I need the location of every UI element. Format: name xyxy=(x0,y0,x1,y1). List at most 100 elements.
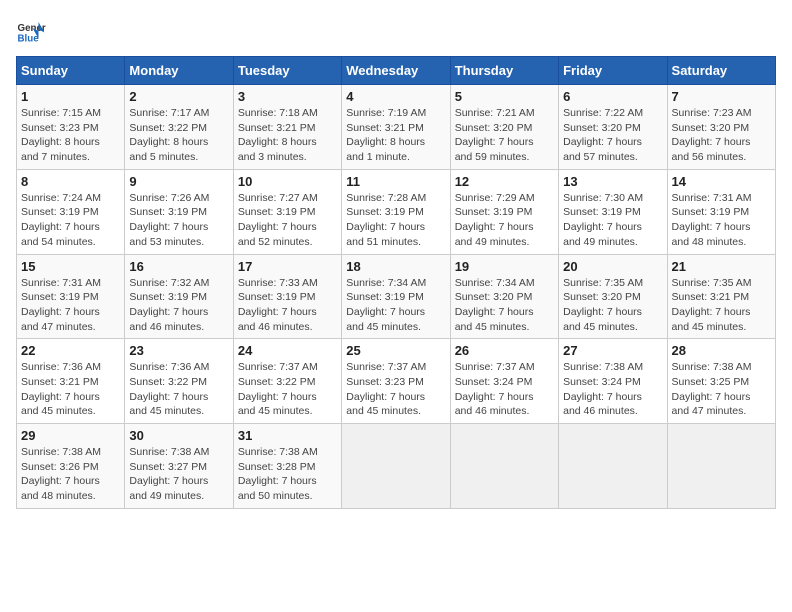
day-cell: 26 Sunrise: 7:37 AM Sunset: 3:24 PM Dayli… xyxy=(450,339,558,424)
day-cell: 2 Sunrise: 7:17 AM Sunset: 3:22 PM Daylig… xyxy=(125,85,233,170)
week-row-4: 22Sunrise: 7:36 AM Sunset: 3:21 PM Dayli… xyxy=(17,339,776,424)
svg-text:Blue: Blue xyxy=(18,34,40,45)
day-number: 30 xyxy=(129,428,228,443)
day-number: 14 xyxy=(672,174,771,189)
day-cell xyxy=(667,424,775,509)
day-number: 10 xyxy=(238,174,337,189)
day-detail: Sunrise: 7:29 AM Sunset: 3:19 PM Dayligh… xyxy=(455,191,554,250)
day-detail: Sunrise: 7:38 AM Sunset: 3:25 PM Dayligh… xyxy=(672,360,771,419)
day-number: 27 xyxy=(563,343,662,358)
weekday-wednesday: Wednesday xyxy=(342,57,450,85)
day-number: 16 xyxy=(129,259,228,274)
day-detail: Sunrise: 7:37 AM Sunset: 3:24 PM Dayligh… xyxy=(455,360,554,419)
day-number: 26 xyxy=(455,343,554,358)
day-cell: 21 Sunrise: 7:35 AM Sunset: 3:21 PM Dayli… xyxy=(667,254,775,339)
day-detail: Sunrise: 7:28 AM Sunset: 3:19 PM Dayligh… xyxy=(346,191,445,250)
day-cell: 11 Sunrise: 7:28 AM Sunset: 3:19 PM Dayli… xyxy=(342,169,450,254)
day-cell: 13 Sunrise: 7:30 AM Sunset: 3:19 PM Dayli… xyxy=(559,169,667,254)
calendar-table: SundayMondayTuesdayWednesdayThursdayFrid… xyxy=(16,56,776,509)
day-detail: Sunrise: 7:38 AM Sunset: 3:24 PM Dayligh… xyxy=(563,360,662,419)
weekday-friday: Friday xyxy=(559,57,667,85)
day-cell: 27 Sunrise: 7:38 AM Sunset: 3:24 PM Dayli… xyxy=(559,339,667,424)
page-header: General Blue xyxy=(16,16,776,46)
day-cell: 24Sunrise: 7:37 AM Sunset: 3:22 PM Dayli… xyxy=(233,339,341,424)
day-number: 4 xyxy=(346,89,445,104)
day-cell: 5 Sunrise: 7:21 AM Sunset: 3:20 PM Daylig… xyxy=(450,85,558,170)
day-number: 24 xyxy=(238,343,337,358)
day-number: 28 xyxy=(672,343,771,358)
day-number: 20 xyxy=(563,259,662,274)
day-detail: Sunrise: 7:26 AM Sunset: 3:19 PM Dayligh… xyxy=(129,191,228,250)
day-detail: Sunrise: 7:27 AM Sunset: 3:19 PM Dayligh… xyxy=(238,191,337,250)
day-cell: 17 Sunrise: 7:33 AM Sunset: 3:19 PM Dayli… xyxy=(233,254,341,339)
day-number: 17 xyxy=(238,259,337,274)
weekday-monday: Monday xyxy=(125,57,233,85)
day-cell: 10 Sunrise: 7:27 AM Sunset: 3:19 PM Dayli… xyxy=(233,169,341,254)
day-detail: Sunrise: 7:38 AM Sunset: 3:26 PM Dayligh… xyxy=(21,445,120,504)
day-cell: 19Sunrise: 7:34 AM Sunset: 3:20 PM Dayli… xyxy=(450,254,558,339)
day-detail: Sunrise: 7:33 AM Sunset: 3:19 PM Dayligh… xyxy=(238,276,337,335)
day-detail: Sunrise: 7:19 AM Sunset: 3:21 PM Dayligh… xyxy=(346,106,445,165)
day-detail: Sunrise: 7:37 AM Sunset: 3:23 PM Dayligh… xyxy=(346,360,445,419)
day-detail: Sunrise: 7:18 AM Sunset: 3:21 PM Dayligh… xyxy=(238,106,337,165)
day-detail: Sunrise: 7:34 AM Sunset: 3:20 PM Dayligh… xyxy=(455,276,554,335)
day-number: 15 xyxy=(21,259,120,274)
day-detail: Sunrise: 7:24 AM Sunset: 3:19 PM Dayligh… xyxy=(21,191,120,250)
weekday-header-row: SundayMondayTuesdayWednesdayThursdayFrid… xyxy=(17,57,776,85)
day-cell: 28 Sunrise: 7:38 AM Sunset: 3:25 PM Dayli… xyxy=(667,339,775,424)
day-number: 21 xyxy=(672,259,771,274)
day-number: 13 xyxy=(563,174,662,189)
day-cell: 31Sunrise: 7:38 AM Sunset: 3:28 PM Dayli… xyxy=(233,424,341,509)
day-cell: 1 Sunrise: 7:15 AM Sunset: 3:23 PM Daylig… xyxy=(17,85,125,170)
day-detail: Sunrise: 7:38 AM Sunset: 3:28 PM Dayligh… xyxy=(238,445,337,504)
day-cell: 8Sunrise: 7:24 AM Sunset: 3:19 PM Daylig… xyxy=(17,169,125,254)
day-cell: 20 Sunrise: 7:35 AM Sunset: 3:20 PM Dayli… xyxy=(559,254,667,339)
day-number: 9 xyxy=(129,174,228,189)
day-cell: 6 Sunrise: 7:22 AM Sunset: 3:20 PM Daylig… xyxy=(559,85,667,170)
logo-icon: General Blue xyxy=(16,16,46,46)
day-detail: Sunrise: 7:30 AM Sunset: 3:19 PM Dayligh… xyxy=(563,191,662,250)
day-cell: 25 Sunrise: 7:37 AM Sunset: 3:23 PM Dayli… xyxy=(342,339,450,424)
day-number: 1 xyxy=(21,89,120,104)
day-detail: Sunrise: 7:36 AM Sunset: 3:21 PM Dayligh… xyxy=(21,360,120,419)
day-number: 6 xyxy=(563,89,662,104)
day-detail: Sunrise: 7:35 AM Sunset: 3:20 PM Dayligh… xyxy=(563,276,662,335)
day-detail: Sunrise: 7:31 AM Sunset: 3:19 PM Dayligh… xyxy=(21,276,120,335)
day-detail: Sunrise: 7:21 AM Sunset: 3:20 PM Dayligh… xyxy=(455,106,554,165)
day-detail: Sunrise: 7:38 AM Sunset: 3:27 PM Dayligh… xyxy=(129,445,228,504)
day-number: 12 xyxy=(455,174,554,189)
day-detail: Sunrise: 7:32 AM Sunset: 3:19 PM Dayligh… xyxy=(129,276,228,335)
day-detail: Sunrise: 7:17 AM Sunset: 3:22 PM Dayligh… xyxy=(129,106,228,165)
day-number: 18 xyxy=(346,259,445,274)
day-cell: 7Sunrise: 7:23 AM Sunset: 3:20 PM Daylig… xyxy=(667,85,775,170)
day-cell: 12 Sunrise: 7:29 AM Sunset: 3:19 PM Dayli… xyxy=(450,169,558,254)
day-number: 7 xyxy=(672,89,771,104)
day-detail: Sunrise: 7:22 AM Sunset: 3:20 PM Dayligh… xyxy=(563,106,662,165)
week-row-5: 29 Sunrise: 7:38 AM Sunset: 3:26 PM Dayli… xyxy=(17,424,776,509)
day-cell: 15 Sunrise: 7:31 AM Sunset: 3:19 PM Dayli… xyxy=(17,254,125,339)
week-row-2: 8Sunrise: 7:24 AM Sunset: 3:19 PM Daylig… xyxy=(17,169,776,254)
day-number: 5 xyxy=(455,89,554,104)
logo: General Blue xyxy=(16,16,46,46)
day-detail: Sunrise: 7:15 AM Sunset: 3:23 PM Dayligh… xyxy=(21,106,120,165)
day-detail: Sunrise: 7:35 AM Sunset: 3:21 PM Dayligh… xyxy=(672,276,771,335)
day-number: 3 xyxy=(238,89,337,104)
day-cell: 29 Sunrise: 7:38 AM Sunset: 3:26 PM Dayli… xyxy=(17,424,125,509)
weekday-thursday: Thursday xyxy=(450,57,558,85)
week-row-3: 15 Sunrise: 7:31 AM Sunset: 3:19 PM Dayli… xyxy=(17,254,776,339)
day-detail: Sunrise: 7:34 AM Sunset: 3:19 PM Dayligh… xyxy=(346,276,445,335)
day-cell: 9 Sunrise: 7:26 AM Sunset: 3:19 PM Daylig… xyxy=(125,169,233,254)
day-cell: 30 Sunrise: 7:38 AM Sunset: 3:27 PM Dayli… xyxy=(125,424,233,509)
day-cell: 16 Sunrise: 7:32 AM Sunset: 3:19 PM Dayli… xyxy=(125,254,233,339)
day-cell: 18 Sunrise: 7:34 AM Sunset: 3:19 PM Dayli… xyxy=(342,254,450,339)
day-number: 29 xyxy=(21,428,120,443)
day-cell xyxy=(559,424,667,509)
weekday-tuesday: Tuesday xyxy=(233,57,341,85)
day-number: 25 xyxy=(346,343,445,358)
day-cell xyxy=(342,424,450,509)
weekday-saturday: Saturday xyxy=(667,57,775,85)
day-cell: 23Sunrise: 7:36 AM Sunset: 3:22 PM Dayli… xyxy=(125,339,233,424)
day-number: 2 xyxy=(129,89,228,104)
day-cell: 4 Sunrise: 7:19 AM Sunset: 3:21 PM Daylig… xyxy=(342,85,450,170)
day-number: 11 xyxy=(346,174,445,189)
